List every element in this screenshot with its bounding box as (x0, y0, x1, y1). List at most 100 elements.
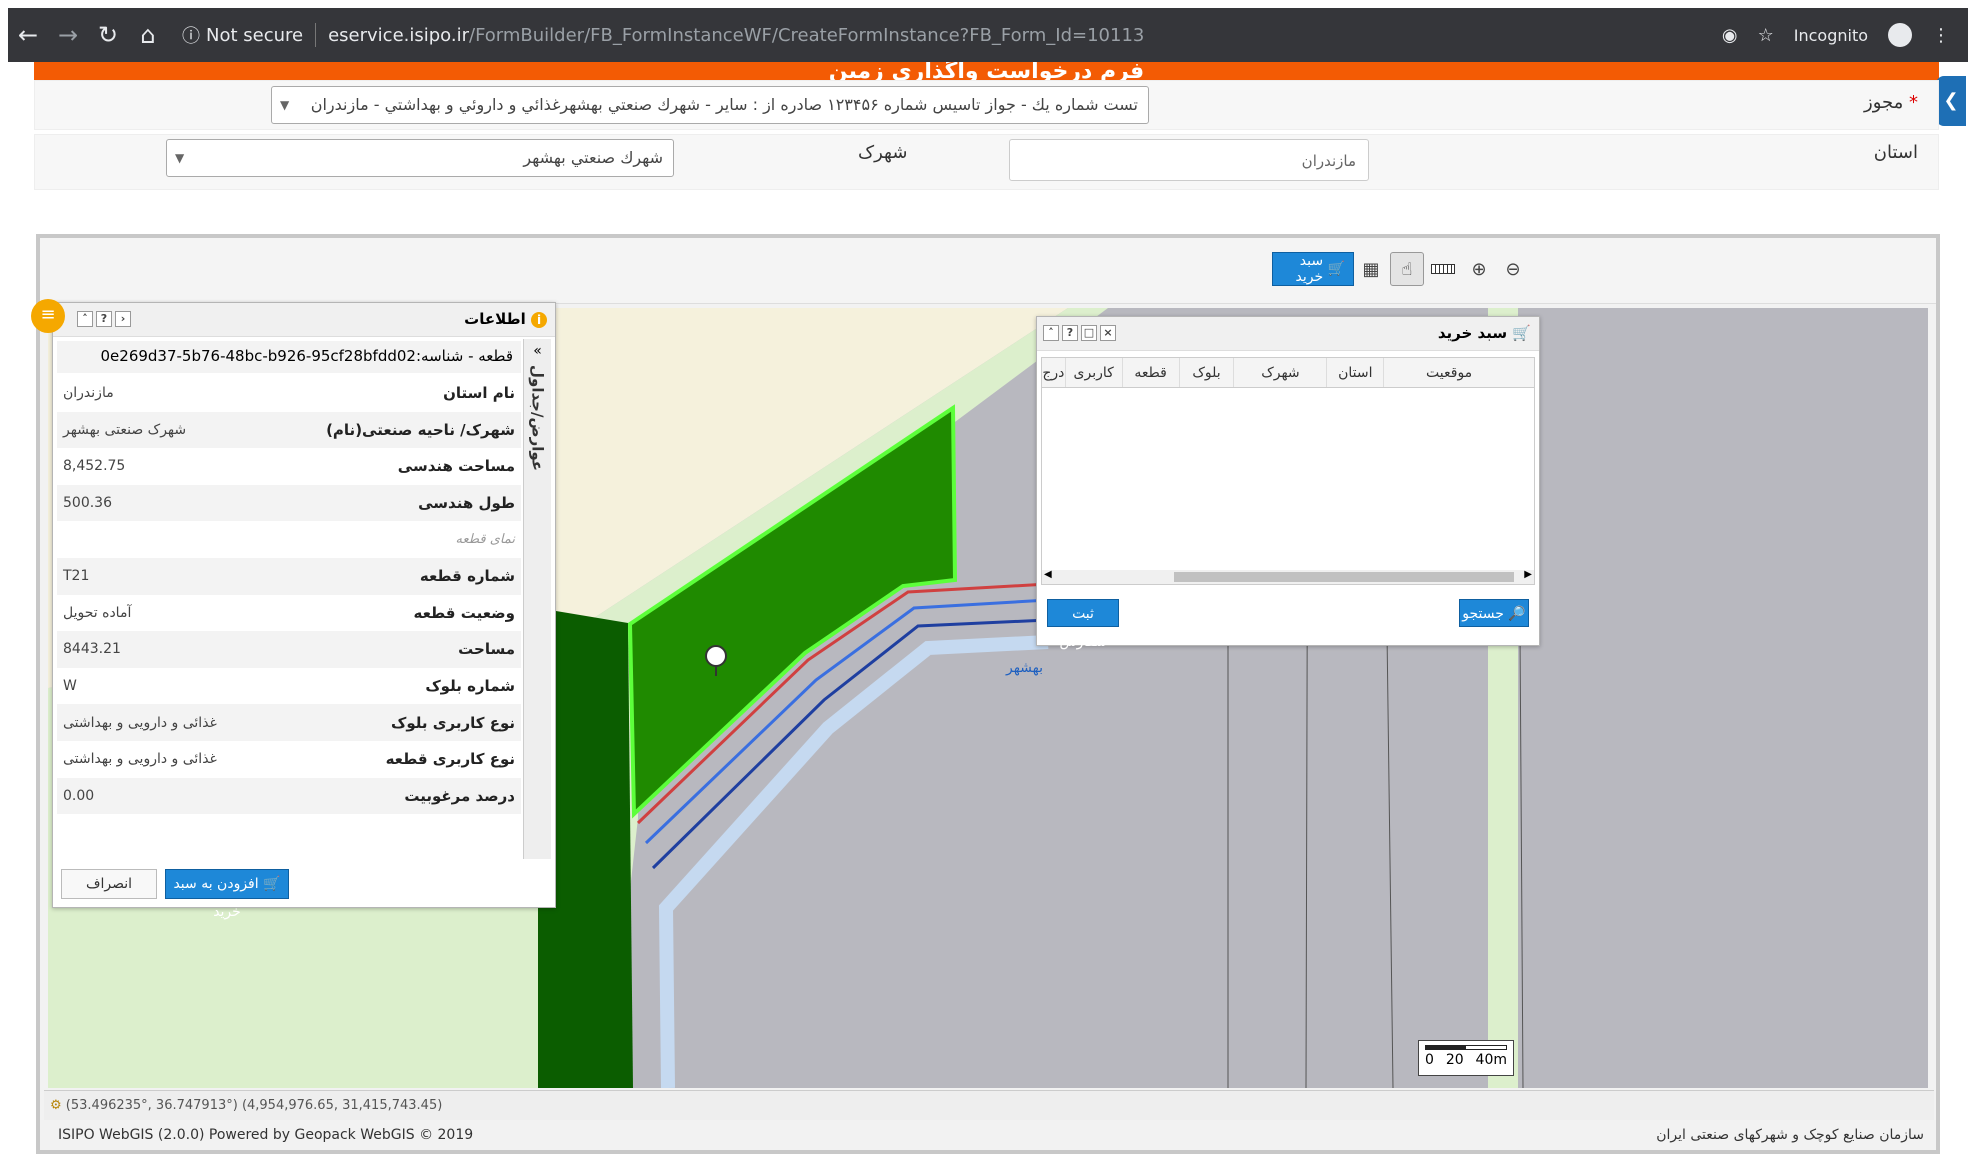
ruler-icon (1431, 264, 1455, 274)
scroll-right-icon[interactable]: ▶ (1524, 569, 1532, 580)
panel-menu-button[interactable]: ≡ (31, 299, 65, 333)
measure-button[interactable] (1426, 252, 1460, 286)
cancel-label: انصراف (85, 876, 133, 892)
add-to-cart-button[interactable]: 🛒 افزودن به سبد خرید (165, 869, 289, 920)
row-key: شماره قطعه (270, 557, 521, 595)
address-separator (315, 23, 317, 47)
zoom-in-button[interactable]: ⊕ (1462, 252, 1496, 286)
row-value: 8,452.75 (63, 458, 126, 475)
back-icon[interactable]: ← (8, 21, 48, 49)
row-value: شهرک صنعتی بهشهر (57, 411, 271, 449)
address-bar[interactable]: eservice.isipo.ir/FormBuilder/FB_FormIns… (328, 25, 1144, 46)
attribute-table-button[interactable]: ▦ (1354, 252, 1388, 286)
credits-right: سازمان صنایع کوچک و شهرکهای صنعتی ایران (1656, 1127, 1924, 1143)
province-value: مازندران (1301, 152, 1356, 170)
required-mark: * (1909, 92, 1918, 113)
help-icon[interactable]: ? (96, 311, 112, 327)
info-icon: i (531, 312, 547, 328)
tracking-blocked-icon[interactable]: ◉ (1722, 25, 1738, 46)
column-header[interactable]: شهرک (1233, 358, 1326, 387)
reload-icon[interactable]: ↻ (88, 21, 128, 49)
row-value (57, 521, 270, 558)
side-collapse-tab[interactable]: ❮ (1936, 76, 1966, 126)
row-key: نام استان (443, 384, 515, 403)
row-value: 500.36 (57, 484, 271, 522)
zoom-out-icon: ⊖ (1505, 258, 1521, 280)
credits-bar: ISIPO WebGIS (2.0.0) Powered by Geopack … (44, 1120, 1934, 1150)
column-header[interactable]: کاربری (1064, 358, 1122, 387)
info-table: نام استان مازندران شهرک/ ناحیه صنعتی(نام)… (57, 375, 521, 815)
toolbar-cart-button[interactable]: 🛒 سبد خرید (1272, 252, 1354, 286)
permit-value: تست شماره يك - جواز تاسيس شماره ۱۲۳۴۵۶ ص… (310, 95, 1138, 114)
toolbar-cart-label: سبد خرید (1295, 253, 1324, 285)
cancel-button[interactable]: انصراف (61, 869, 157, 899)
column-header[interactable]: استان (1326, 358, 1383, 387)
scale-bar-graphic (1425, 1045, 1507, 1050)
incognito-icon[interactable] (1888, 23, 1912, 47)
settings-icon[interactable]: ⚙ (50, 1098, 62, 1113)
column-header[interactable]: موقعیت (1383, 358, 1514, 387)
dropdown-arrow-icon: ▼ (280, 98, 290, 112)
minimize-icon[interactable]: ˄ (77, 311, 93, 327)
table-row: نوع کاربری بلوک غذائی و دارویی و بهداشتی (57, 704, 521, 741)
row-value: غذائی و دارویی و بهداشتی (57, 704, 271, 741)
scale-bar: 0 20 40m (1418, 1040, 1514, 1076)
table-row: درصد مرغوبیت 0.00 (57, 777, 521, 815)
scrollbar-thumb[interactable] (1174, 572, 1514, 582)
cart-panel-controls: × □ ? ˄ (1043, 325, 1116, 341)
map-toolbar: ⊖ ⊕ ☝ ▦ 🛒 سبد خرید (40, 238, 1936, 304)
zoom-in-icon: ⊕ (1471, 258, 1487, 280)
coordinates-bar: ⚙ (53.496235°, 36.747913°) (4,954,976.65… (44, 1090, 1934, 1120)
town-label: شهرک (858, 142, 908, 163)
place-label: بهشهر (1006, 660, 1044, 676)
close-icon[interactable]: × (1100, 325, 1116, 341)
maximize-icon[interactable]: □ (1081, 325, 1097, 341)
submit-order-button[interactable]: ثبت سفارش (1047, 599, 1119, 650)
cart-icon: 🛒 (263, 876, 281, 892)
row-key: نمای قطعه (455, 532, 515, 548)
horizontal-scrollbar[interactable]: ◀ ▶ (1042, 569, 1534, 584)
row-key: شهرک/ ناحیه صنعتی(نام) (270, 411, 521, 449)
column-header[interactable]: درج (1042, 358, 1065, 387)
minimize-icon[interactable]: ˄ (1043, 325, 1059, 341)
forward-icon[interactable]: → (48, 21, 88, 49)
expand-icon: « (533, 343, 542, 359)
town-value: شهرك صنعتي بهشهر (523, 148, 663, 167)
row-key: مساحت (270, 631, 521, 668)
browser-menu-icon[interactable]: ⋮ (1932, 25, 1950, 46)
column-header[interactable]: بلوک (1178, 358, 1234, 387)
help-icon[interactable]: ? (1062, 325, 1078, 341)
info-panel-title: i اطلاعات (464, 310, 547, 328)
table-row: شهرک/ ناحیه صنعتی(نام) شهرک صنعتی بهشهر (57, 411, 521, 449)
bookmark-star-icon[interactable]: ☆ (1758, 25, 1774, 46)
collapse-icon[interactable]: ‹ (115, 311, 131, 327)
cart-icon: 🛒 (1512, 324, 1531, 342)
scroll-left-icon[interactable]: ◀ (1044, 569, 1052, 580)
info-icon: ⓘ (182, 26, 200, 47)
table-row: مساحت 8443.21 (57, 631, 521, 668)
column-header[interactable]: قطعه (1121, 358, 1179, 387)
identify-button[interactable]: ☝ (1390, 252, 1424, 286)
search-button[interactable]: 🔎 جستجو (1459, 599, 1529, 627)
info-table-wrapper: نام استان مازندران شهرک/ ناحیه صنعتی(نام)… (57, 375, 521, 855)
dropdown-arrow-icon: ▼ (175, 151, 185, 165)
parcel-id-text: قطعه - شناسه:0e269d37-5b76-48bc-b926-95c… (100, 347, 514, 365)
home-icon[interactable]: ⌂ (128, 21, 168, 49)
security-indicator[interactable]: ⓘ Not secure (182, 22, 303, 48)
permit-label-text: مجوز (1864, 92, 1904, 113)
submit-order-label: ثبت سفارش (1059, 606, 1107, 650)
info-header-row: قطعه - شناسه:0e269d37-5b76-48bc-b926-95c… (57, 341, 521, 373)
zoom-out-button[interactable]: ⊖ (1496, 252, 1530, 286)
permit-select[interactable]: تست شماره يك - جواز تاسيس شماره ۱۲۳۴۵۶ ص… (271, 86, 1149, 124)
search-icon: 🔎 (1508, 606, 1526, 622)
row-value: T21 (57, 557, 271, 595)
table-row: مساحت هندسی 8,452.75 (57, 448, 521, 485)
cart-icon: 🛒 (1327, 261, 1345, 277)
info-side-tab[interactable]: « عوارض/جداول (523, 339, 551, 859)
province-field[interactable]: مازندران (1009, 139, 1369, 181)
town-select[interactable]: شهرك صنعتي بهشهر ▼ (166, 139, 674, 177)
security-label: Not secure (206, 24, 304, 46)
row-key: وضعیت قطعه (413, 603, 515, 622)
hand-pointer-icon: ☝ (1401, 258, 1413, 280)
url-path: /FormBuilder/FB_FormInstanceWF/CreateFor… (469, 24, 1145, 46)
